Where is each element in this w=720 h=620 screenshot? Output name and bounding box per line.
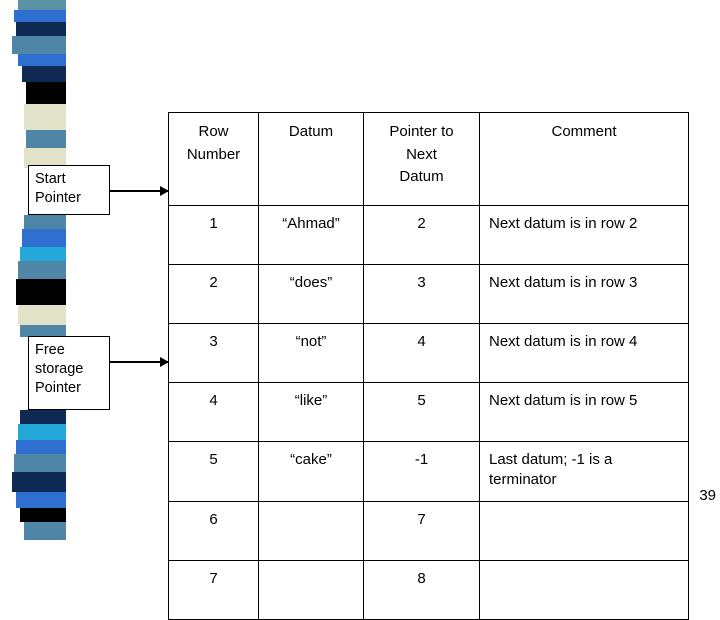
cell-datum: “does”	[258, 264, 364, 324]
table-row: 5 “cake” -1 Last datum; -1 is a terminator	[168, 441, 689, 502]
table-row: 78	[168, 559, 689, 620]
linked-list-table: Row Number Datum Pointer to Next Datum C…	[168, 112, 689, 620]
table-row: 4 “like” 5 Next datum is in row 5	[168, 382, 689, 442]
strip-band	[22, 229, 66, 247]
free-storage-pointer-arrow	[110, 357, 169, 367]
start-pointer-label-line2: Pointer	[35, 190, 81, 207]
strip-band	[12, 36, 66, 54]
strip-band	[16, 22, 66, 36]
strip-band	[16, 440, 66, 454]
cell-datum: “Ahmad”	[258, 205, 364, 265]
header-pointer-line2: Next	[406, 145, 437, 163]
cell-row-number: 7	[168, 559, 259, 620]
strip-band	[24, 522, 66, 540]
cell-comment	[479, 559, 689, 620]
header-comment-label: Comment	[551, 123, 617, 140]
header-row-number: Row Number	[168, 112, 259, 206]
cell-row-number: 2	[168, 264, 259, 324]
header-datum-label: Datum	[288, 123, 334, 140]
strip-band	[16, 492, 66, 508]
cell-row-number: 6	[168, 500, 259, 561]
header-pointer-line1: Pointer to	[389, 123, 454, 140]
cell-datum	[258, 500, 364, 561]
cell-row-number: 3	[168, 323, 259, 383]
cell-datum: “not”	[258, 323, 364, 383]
table-row: 67	[168, 500, 689, 561]
strip-band	[16, 279, 66, 305]
strip-band	[18, 261, 66, 279]
cell-pointer: 7	[363, 500, 480, 561]
cell-datum	[258, 559, 364, 620]
strip-band	[18, 0, 66, 10]
start-pointer-callout: Start Pointer	[28, 165, 110, 215]
strip-band	[24, 215, 66, 229]
cell-pointer: 8	[363, 559, 480, 620]
header-row-number-line1: Row	[198, 123, 229, 140]
decorative-color-strip	[0, 0, 66, 540]
cell-comment	[479, 500, 689, 561]
strip-band	[12, 472, 66, 492]
start-pointer-arrow	[110, 186, 169, 196]
cell-comment: Next datum is in row 5	[479, 382, 689, 442]
strip-band	[20, 410, 66, 424]
table-row: 2 “does” 3 Next datum is in row 3	[168, 264, 689, 324]
table-header-row: Row Number Datum Pointer to Next Datum C…	[168, 112, 689, 206]
header-row-number-line2: Number	[186, 145, 241, 163]
cell-pointer: 5	[363, 382, 480, 442]
cell-comment: Next datum is in row 2	[479, 205, 689, 265]
free-storage-label-line1: Free	[35, 342, 65, 358]
cell-row-number: 4	[168, 382, 259, 442]
cell-row-number: 5	[168, 441, 259, 502]
cell-comment: Next datum is in row 3	[479, 264, 689, 324]
table-row: 1 “Ahmad” 2 Next datum is in row 2	[168, 205, 689, 265]
strip-band	[20, 508, 66, 522]
strip-band	[14, 454, 66, 472]
cell-datum: “cake”	[258, 441, 364, 502]
cell-pointer: 4	[363, 323, 480, 383]
strip-band	[22, 66, 66, 82]
strip-band	[14, 10, 66, 22]
cell-row-number: 1	[168, 205, 259, 265]
header-comment: Comment	[479, 112, 689, 206]
header-pointer-to-next-datum: Pointer to Next Datum	[363, 112, 480, 206]
strip-band	[18, 424, 66, 440]
cell-comment: Last datum; -1 is a terminator	[479, 441, 689, 502]
header-datum: Datum	[258, 112, 364, 206]
strip-band	[18, 54, 66, 66]
header-pointer-line3: Datum	[399, 168, 444, 185]
free-storage-label-line3: Pointer	[35, 380, 81, 397]
page-number: 39	[699, 487, 716, 504]
strip-band	[26, 130, 66, 148]
free-storage-label-line2: storage	[35, 361, 84, 378]
cell-comment: Next datum is in row 4	[479, 323, 689, 383]
strip-band	[18, 305, 66, 325]
cell-pointer: 3	[363, 264, 480, 324]
strip-band	[24, 104, 66, 130]
table-row: 3 “not” 4 Next datum is in row 4	[168, 323, 689, 383]
strip-band	[20, 247, 66, 261]
cell-pointer: -1	[363, 441, 480, 502]
start-pointer-label-line1: Start	[35, 171, 66, 187]
cell-datum: “like”	[258, 382, 364, 442]
free-storage-pointer-callout: Free storage Pointer	[28, 336, 110, 410]
cell-pointer: 2	[363, 205, 480, 265]
strip-band	[26, 82, 66, 104]
